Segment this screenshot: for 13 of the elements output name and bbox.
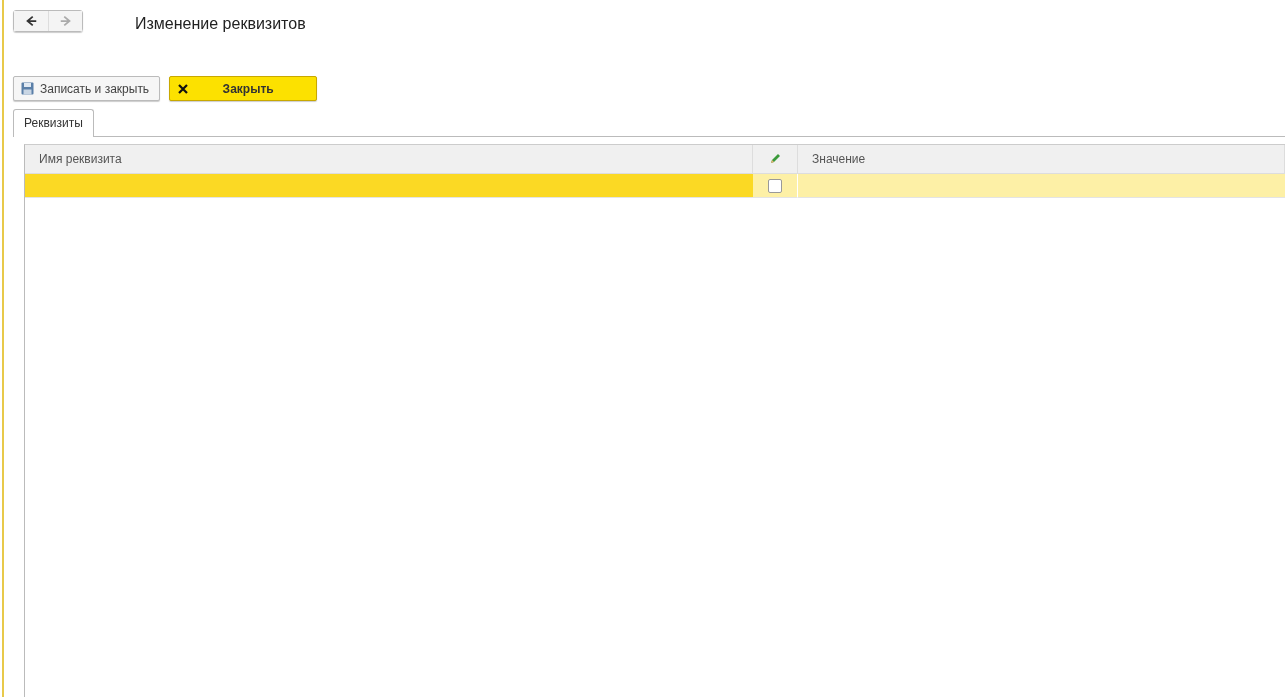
- checkbox[interactable]: [768, 178, 782, 193]
- right-arrow-icon: [58, 15, 73, 27]
- pencil-icon: [769, 153, 781, 165]
- left-arrow-icon: [24, 15, 38, 27]
- back-button[interactable]: [14, 11, 48, 31]
- window-title: Изменение реквизитов: [135, 14, 306, 34]
- tab[interactable]: Реквизиты: [13, 109, 94, 137]
- close-icon: [178, 83, 189, 94]
- navigation-button-group[interactable]: [13, 10, 83, 32]
- column-header: Значение: [798, 145, 1285, 174]
- save-and-close-button[interactable]: Записать и закрыть: [13, 76, 161, 101]
- close-button[interactable]: Закрыть: [169, 76, 318, 101]
- column-header: Имя реквизита: [25, 145, 753, 174]
